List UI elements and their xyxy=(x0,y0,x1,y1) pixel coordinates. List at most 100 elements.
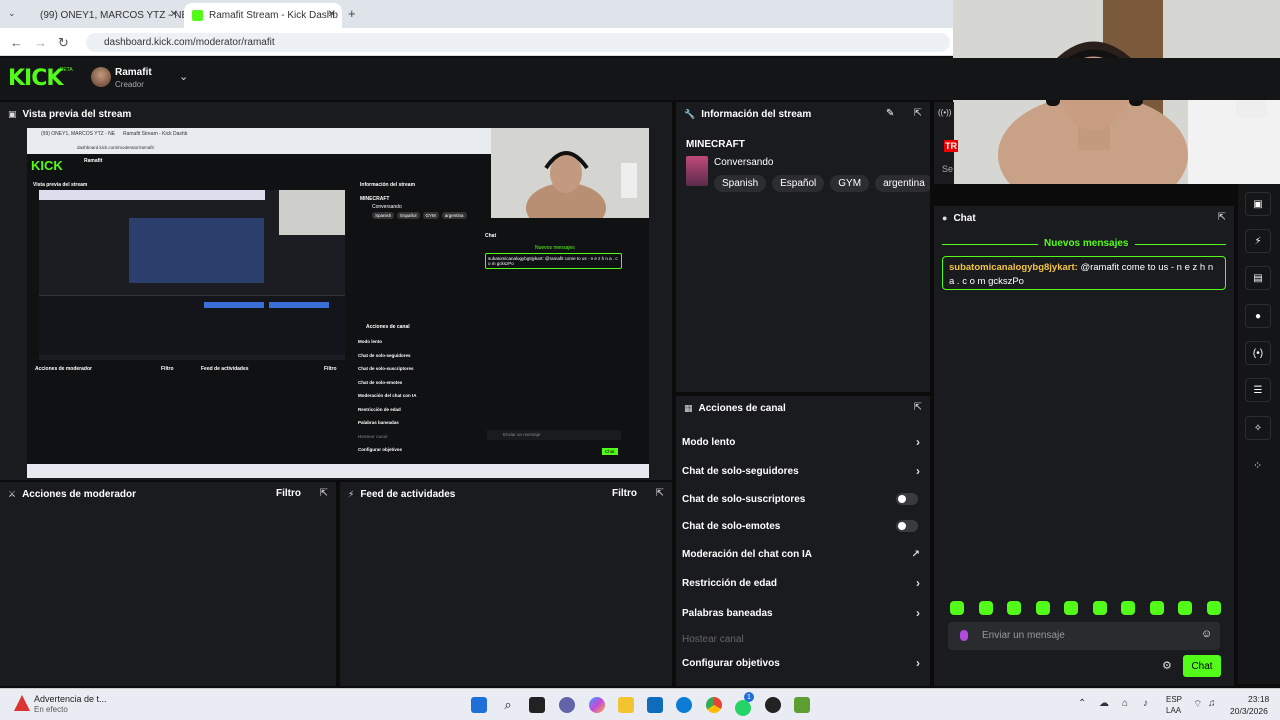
send-chat-button[interactable]: Chat xyxy=(1183,655,1221,677)
toggle-switch[interactable] xyxy=(896,520,918,532)
popout-icon[interactable]: ⇱ xyxy=(656,488,664,499)
popout-icon[interactable]: ⇱ xyxy=(1218,212,1226,223)
close-tab-icon[interactable]: ✕ xyxy=(328,9,336,20)
back-arrow-icon[interactable]: ← xyxy=(10,35,23,50)
chevron-right-icon: › xyxy=(916,464,920,478)
sidebar-broadcast-button[interactable]: (•) xyxy=(1245,341,1271,365)
url-text: dashboard.kick.com/moderator/ramafit xyxy=(104,37,275,48)
emote-icon[interactable] xyxy=(978,601,993,615)
sidebar-more-icon[interactable]: ⁘ xyxy=(1253,459,1262,472)
new-tab-button[interactable]: + xyxy=(348,6,356,21)
sidebar-quick-actions-button[interactable]: ⚡ xyxy=(1245,229,1271,253)
task-view-icon[interactable] xyxy=(529,697,545,713)
stream-category[interactable]: Conversando xyxy=(714,157,773,168)
channel-action-label: Configurar objetivos xyxy=(682,657,780,669)
chrome-icon[interactable] xyxy=(706,697,722,713)
tag-chip[interactable]: GYM xyxy=(830,175,870,192)
url-field[interactable]: dashboard.kick.com/moderator/ramafit xyxy=(86,33,950,52)
emote-icon[interactable] xyxy=(1178,601,1192,615)
minecraft-icon[interactable] xyxy=(794,697,810,713)
channel-action-row[interactable]: Chat de solo-suscriptores xyxy=(682,487,924,511)
chat-message-user[interactable]: subatomicanalogybg8jykart: xyxy=(949,262,1078,273)
teams-icon[interactable] xyxy=(559,697,575,713)
sidebar-preview-button[interactable]: ▣ xyxy=(1245,192,1271,216)
chat-settings-gear-icon[interactable]: ⚙ xyxy=(1162,659,1172,672)
windows-start-icon[interactable] xyxy=(471,697,487,713)
nested-chat-input: Enviar un mensaje xyxy=(487,430,621,440)
close-tab-icon[interactable]: ✕ xyxy=(170,9,178,20)
toggle-switch[interactable] xyxy=(896,493,918,505)
search-icon[interactable]: ⌕ xyxy=(500,697,516,713)
wifi-icon[interactable]: ⌔ xyxy=(1193,698,1202,711)
emote-icon[interactable] xyxy=(1121,601,1135,615)
channel-action-row[interactable]: Moderación del chat con IA ↗ xyxy=(682,542,924,566)
emote-icon[interactable] xyxy=(1035,601,1050,615)
popout-icon[interactable]: ⇱ xyxy=(914,108,922,119)
copilot-icon[interactable] xyxy=(589,697,605,713)
edit-pencil-icon[interactable]: ✎ xyxy=(886,108,894,119)
emote-icon[interactable] xyxy=(1149,601,1164,615)
nested-filter: Filtro xyxy=(161,366,174,372)
wrench-icon: 🔧 xyxy=(684,108,696,119)
kick-logo[interactable]: KICK xyxy=(8,66,63,91)
emote-icon[interactable] xyxy=(1064,601,1078,615)
sidebar-layout-button[interactable]: ☰ xyxy=(1245,378,1271,402)
language-indicator[interactable]: ESP xyxy=(1166,695,1182,704)
tag-chip[interactable]: Spanish xyxy=(714,175,767,192)
stream-preview-video[interactable]: (99) ONEY1, MARCOS YTZ - NE Ramafit Stre… xyxy=(27,128,649,478)
channel-action-row[interactable]: Modo lento › xyxy=(682,430,924,454)
category-thumbnail[interactable] xyxy=(686,156,708,186)
sidebar-tools-button[interactable]: ✧ xyxy=(1245,416,1271,440)
filter-button[interactable]: Filtro xyxy=(276,488,301,499)
browser-tab-youtube[interactable]: (99) ONEY1, MARCOS YTZ - NE ✕ xyxy=(26,3,184,28)
tag-chip[interactable]: Español xyxy=(772,175,825,192)
tag-chip[interactable]: argentina xyxy=(875,175,930,192)
nested-chat-title: Chat xyxy=(485,233,497,239)
usb-icon[interactable]: ⌂ xyxy=(1122,698,1128,709)
new-messages-label[interactable]: Nuevos mensajes xyxy=(1038,238,1135,249)
obs-icon[interactable] xyxy=(765,697,781,713)
emote-icon[interactable] xyxy=(1092,601,1107,615)
tab-list-chevron-icon[interactable]: ⌄ xyxy=(8,8,16,19)
volume-icon[interactable]: ♫ xyxy=(1208,698,1216,709)
lightning-icon: ⚡ xyxy=(1254,235,1262,247)
channel-action-row[interactable]: Chat de solo-emotes xyxy=(682,514,924,538)
warning-icon xyxy=(14,695,30,711)
file-explorer-icon[interactable] xyxy=(618,697,634,713)
sidebar-document-button[interactable]: ▤ xyxy=(1245,266,1271,290)
preview-icon: ▣ xyxy=(8,108,17,119)
store-icon[interactable] xyxy=(647,697,663,713)
chat-input-field[interactable]: Enviar un mensaje ☺ xyxy=(948,622,1220,650)
panel-title: Chat xyxy=(953,212,976,224)
cloud-icon[interactable]: ☁ xyxy=(1099,698,1109,709)
reload-icon[interactable]: ↻ xyxy=(58,35,69,51)
clock-time[interactable]: 23:18 xyxy=(1248,694,1269,704)
avatar[interactable] xyxy=(91,67,111,87)
notification-title[interactable]: Advertencia de t... xyxy=(34,694,107,704)
chevron-up-icon[interactable]: ⌃ xyxy=(1078,698,1086,709)
emote-icon[interactable] xyxy=(1206,601,1221,615)
nested-tags: Spanish Español GYM argentina xyxy=(372,212,467,219)
channel-action-row[interactable]: Configurar objetivos › xyxy=(682,651,924,675)
emote-icon[interactable] xyxy=(1007,601,1021,615)
edge-icon[interactable] xyxy=(676,697,692,713)
grid-icon: ▦ xyxy=(684,402,693,413)
channel-action-row[interactable]: Palabras baneadas › xyxy=(682,601,924,625)
sidebar-chat-button[interactable]: ● xyxy=(1245,304,1271,328)
filter-button[interactable]: Filtro xyxy=(612,488,637,499)
popout-icon[interactable]: ⇱ xyxy=(914,402,922,413)
emoji-icon[interactable]: ☺ xyxy=(1201,628,1212,640)
sword-icon: ⚔ xyxy=(8,488,17,499)
chevron-down-icon[interactable]: ⌄ xyxy=(179,70,188,83)
moderator-actions-panel: ⚔ Acciones de moderador Filtro ⇱ xyxy=(0,482,336,686)
emote-icon[interactable] xyxy=(950,601,964,615)
browser-tab-kick[interactable]: Ramafit Stream - Kick Dashb ✕ xyxy=(184,3,342,28)
channel-action-row[interactable]: Restricción de edad › xyxy=(682,571,924,595)
microphone-tray-icon[interactable]: ♪ xyxy=(1143,698,1148,709)
microphone-icon[interactable] xyxy=(960,630,968,641)
forward-arrow-icon[interactable]: → xyxy=(34,35,47,50)
popout-icon[interactable]: ⇱ xyxy=(320,488,328,499)
whatsapp-icon[interactable] xyxy=(735,700,751,716)
channel-action-row[interactable]: Chat de solo-seguidores › xyxy=(682,459,924,483)
channel-action-row: Hostear canal xyxy=(682,627,924,651)
